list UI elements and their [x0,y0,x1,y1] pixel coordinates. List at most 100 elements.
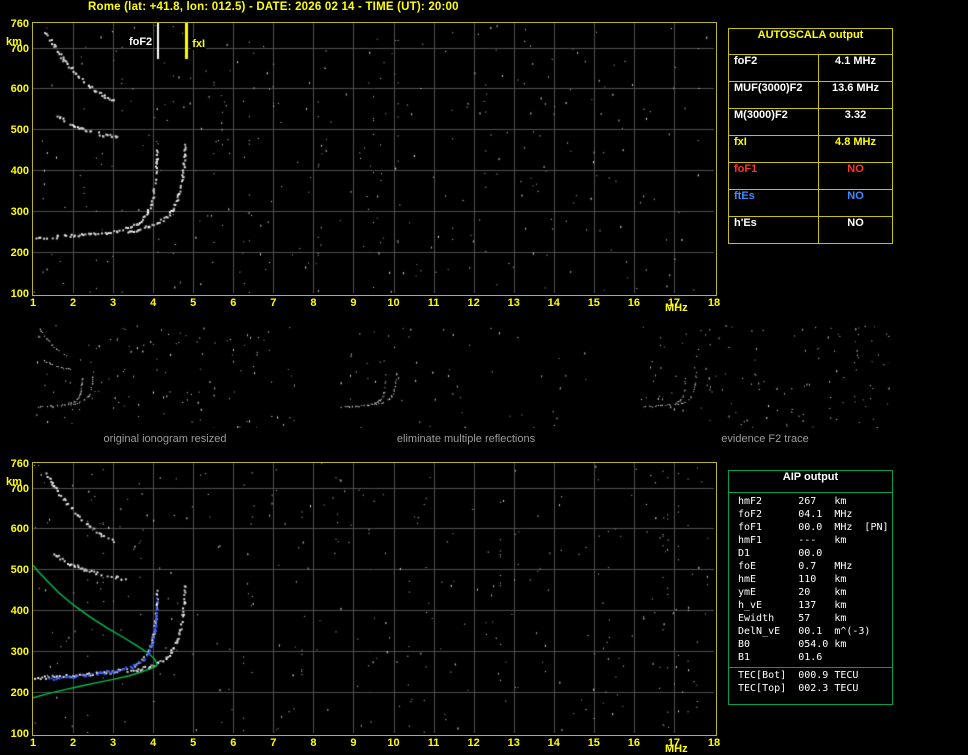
x-tick-label: 17 [667,737,681,749]
autoscala-table-rows: foF2 4.1 MHz MUF(3000)F2 13.6 MHz M(3000)F2 3… [729,55,892,243]
top-ionogram-plot [32,22,717,296]
x-tick-label: 12 [467,737,480,749]
parameter-value: 4.8 MHz [835,136,876,148]
x-tick-label: 8 [310,297,317,309]
page-title: Rome (lat: +41.8, lon: 012.5) - DATE: 20… [88,1,459,13]
thumbnail-original-ionogram [35,325,295,428]
x-tick-label: 16 [627,737,640,749]
x-tick-label: 4 [150,297,157,309]
x-tick-label: 3 [110,737,117,749]
aip-row: TEC[Top] 002.3 TECU [738,683,859,694]
y-tick-label: 600 [10,523,29,536]
x-tick-label: 2 [69,737,77,749]
x-tick-label: 15 [587,737,600,749]
parameter-value: 4.1 MHz [835,55,876,67]
autoscala-window: Rome (lat: +41.8, lon: 012.5) - DATE: 20… [0,0,968,755]
autoscala-row: foF1 NO [729,163,892,190]
autoscala-row: fxI 4.8 MHz [729,136,892,163]
x-tick-label: 8 [310,737,317,749]
aip-table-rows: hmF2 267 km foF2 04.1 MHz foF1 00.0 MHz [P… [729,493,892,695]
x-tick-label: 1 [29,737,37,749]
aip-row: B0 054.0 km [738,639,847,650]
foF2-marker-label: foF2 [127,36,154,48]
parameter-value: NO [847,217,864,229]
x-tick-label: 13 [507,297,520,309]
x-tick-label: 18 [707,297,721,309]
top-ionogram-canvas [33,23,714,293]
aip-row: D1 00.0 [738,548,835,559]
x-tick-label: 9 [350,297,357,309]
parameter-label: MUF(3000)F2 [729,82,819,108]
x-tick-label: 7 [270,297,277,309]
parameter-value: 3.32 [844,109,867,121]
x-tick-label: 15 [587,297,600,309]
aip-row: hmF2 267 km [738,496,847,507]
x-tick-label: 1 [29,297,37,309]
x-tick-label: 14 [547,297,560,309]
x-tick-label: 9 [350,737,357,749]
y-tick-label: 200 [10,247,29,260]
x-tick-label: 11 [427,737,440,749]
aip-row: h_vE 137 km [738,600,847,611]
x-tick-label: 4 [150,737,157,749]
autoscala-table-header: AUTOSCALA output [729,29,892,55]
aip-row: DelN_vE 00.1 m^(-3) [738,626,871,637]
parameter-label: foF1 [729,163,819,189]
thumbnail-canvas [35,325,295,428]
aip-row: TEC[Bot] 000.9 TECU [738,670,859,681]
thumbnail-canvas [340,325,592,428]
autoscala-row: h'Es NO [729,217,892,243]
autoscala-row: MUF(3000)F2 13.6 MHz [729,82,892,109]
aip-row: B1 01.6 [738,652,835,663]
thumbnail-caption: evidence F2 trace [721,433,809,445]
x-tick-label: 10 [387,297,400,309]
x-tick-label: 17 [667,297,681,309]
x-tick-label: 5 [190,297,197,309]
parameter-label: fxI [729,136,819,162]
x-tick-label: 6 [230,737,237,749]
x-tick-label: 6 [230,297,237,309]
aip-row: hmF1 --- km [738,535,847,546]
aip-row: foE 0.7 MHz [738,561,853,572]
fxI-marker-label: fxI [191,38,207,50]
thumbnail-no-multiple-reflections [340,325,592,428]
x-tick-label: 7 [270,737,277,749]
bottom-ionogram-plot [32,462,717,736]
autoscala-row: foF2 4.1 MHz [729,55,892,82]
thumbnail-caption: eliminate multiple reflections [396,433,536,445]
x-tick-label: 14 [547,737,560,749]
y-tick-label: 760 [10,458,29,470]
thumbnail-canvas [640,325,890,428]
y-tick-label: 100 [10,728,29,740]
y-tick-label: 200 [10,687,29,700]
y-tick-label: 760 [10,18,29,30]
x-tick-label: 11 [427,297,440,309]
parameter-label: h'Es [729,217,819,243]
parameter-value: 13.6 MHz [831,82,880,94]
thumbnail-caption: original ionogram resized [103,433,227,445]
bottom-ionogram-canvas [33,463,714,733]
autoscala-output-table: AUTOSCALA output foF2 4.1 MHz MUF(3000)F2 1… [728,28,893,244]
x-tick-label: 3 [110,297,117,309]
aip-table-header: AIP output [729,471,892,493]
autoscala-row: M(3000)F2 3.32 [729,109,892,136]
y-tick-label: 500 [10,124,29,137]
aip-row: Ewidth 57 km [738,613,847,624]
x-tick-label: 13 [507,737,520,749]
aip-row: ymE 20 km [738,587,847,598]
x-tick-label: 2 [69,297,77,309]
aip-row: hmE 110 km [738,574,847,585]
y-tick-label: 100 [10,288,29,300]
y-tick-label: 700 [10,482,29,495]
x-tick-label: 10 [387,737,400,749]
y-tick-label: 400 [10,165,29,178]
y-tick-label: 400 [10,605,29,618]
parameter-label: M(3000)F2 [729,109,819,135]
parameter-label: foF2 [729,55,819,81]
y-tick-label: 300 [10,646,29,659]
aip-output-table: AIP output hmF2 267 km foF2 04.1 MHz foF1 … [728,470,893,705]
y-tick-label: 500 [10,564,29,577]
x-tick-label: 12 [467,297,480,309]
parameter-value: NO [847,163,864,175]
parameter-value: NO [847,190,864,202]
